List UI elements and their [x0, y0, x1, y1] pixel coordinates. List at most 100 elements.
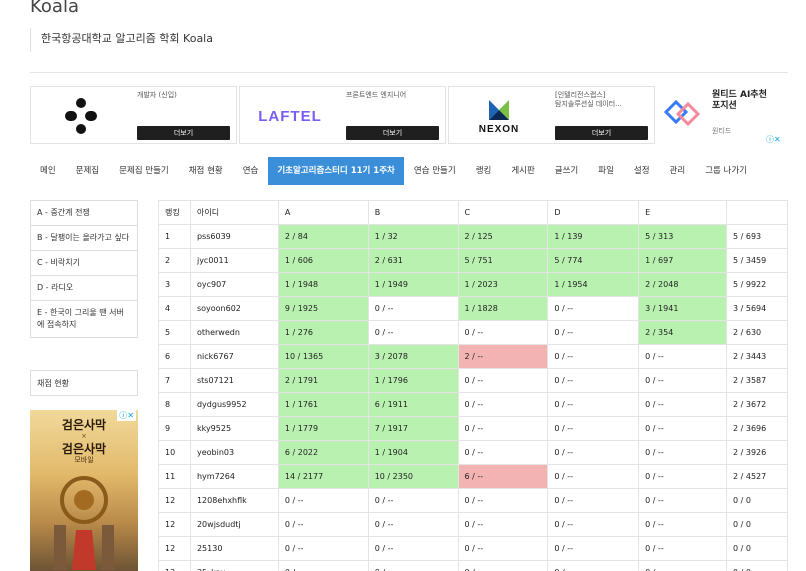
problem-result-cell: 0 / --: [547, 392, 640, 417]
table-row: 8 dydgus9952 1 / 1761 6 / 1911 0 / -- 0 / -- 0…: [158, 392, 788, 417]
problem-result-cell: 2 / 354: [638, 320, 727, 345]
header-a[interactable]: A: [277, 200, 369, 225]
tab-write[interactable]: 글쓰기: [545, 157, 588, 185]
tab-files[interactable]: 파일: [588, 157, 624, 185]
user-id-cell[interactable]: 1208ehxhflk: [189, 488, 279, 513]
rank-cell: 12: [158, 488, 191, 513]
total-cell: 3 / 5694: [726, 296, 788, 321]
game-emblem-icon: [54, 476, 114, 570]
total-cell: 2 / 3443: [726, 344, 788, 369]
problem-result-cell: 2 / --: [457, 344, 549, 369]
header-total: [726, 200, 788, 225]
tab-make-practice[interactable]: 연습 만들기: [404, 157, 466, 185]
problem-link-b[interactable]: B - 달팽이는 올라가고 싶다: [31, 226, 137, 251]
problem-result-cell: 0 / --: [638, 488, 727, 513]
problem-link-a[interactable]: A - 중간계 전쟁: [31, 201, 137, 226]
problem-result-cell: 3 / 1941: [638, 296, 727, 321]
banner-sub: 모바일: [74, 456, 94, 464]
total-cell: 2 / 3587: [726, 368, 788, 393]
problem-result-cell: 1 / 1828: [457, 296, 549, 321]
user-id-cell[interactable]: nick6767: [189, 344, 279, 369]
problem-result-cell: 0 / --: [638, 368, 727, 393]
table-row: 10 yeobin03 6 / 2022 1 / 1904 0 / -- 0 / -- 0 …: [158, 440, 788, 465]
tab-ranking[interactable]: 랭킹: [466, 157, 502, 185]
status-link[interactable]: 채점 현황: [30, 370, 138, 396]
user-id-cell[interactable]: hym7264: [189, 464, 279, 489]
user-id-cell[interactable]: 20wjsdudtj: [189, 512, 279, 537]
problem-result-cell: 0 / --: [547, 368, 640, 393]
tab-admin[interactable]: 관리: [660, 157, 696, 185]
problem-result-cell: 1 / 1949: [367, 272, 459, 297]
problem-result-cell: 0 / --: [638, 416, 727, 441]
tab-main[interactable]: 메인: [30, 157, 66, 185]
user-id-cell[interactable]: sts07121: [189, 368, 279, 393]
problem-result-cell: 1 / 1761: [277, 392, 369, 417]
user-id-cell[interactable]: soyoon602: [189, 296, 279, 321]
problem-result-cell: 0 / --: [638, 560, 727, 571]
ad-card-1[interactable]: 개발자 (신입) 더보기: [30, 86, 237, 144]
table-row: 9 kky9525 1 / 1779 7 / 1917 0 / -- 0 / -- 0 / …: [158, 416, 788, 441]
problem-result-cell: 10 / 1365: [277, 344, 369, 369]
rank-cell: 9: [158, 416, 191, 441]
tab-make-workbook[interactable]: 문제집 만들기: [109, 157, 179, 185]
divider: [30, 72, 788, 73]
user-id-cell[interactable]: oyc907: [189, 272, 279, 297]
user-id-cell[interactable]: otherwedn: [189, 320, 279, 345]
ad-card-2[interactable]: LAFTEL 프론트엔드 엔지니어 더보기: [239, 86, 446, 144]
header-c[interactable]: C: [457, 200, 549, 225]
ad-more-button[interactable]: 더보기: [346, 126, 439, 140]
game-ad-banner[interactable]: 검은사막 × 검은사막 모바일 ⓘ✕: [30, 410, 138, 571]
table-row: 12 25130 0 / -- 0 / -- 0 / -- 0 / -- 0 / -- 0 /…: [158, 536, 788, 561]
rank-cell: 7: [158, 368, 191, 393]
problem-result-cell: 0 / --: [277, 536, 369, 561]
group-nav: 메인 문제집 문제집 만들기 채점 현황 연습 기초알고리즘스터디 11기 1주…: [30, 157, 757, 185]
ad-title: 원티드 AI추천 포지션: [712, 90, 767, 111]
problem-result-cell: 1 / 139: [547, 224, 640, 249]
user-id-cell[interactable]: 25130: [189, 536, 279, 561]
rank-cell: 6: [158, 344, 191, 369]
tab-current-practice[interactable]: 기초알고리즘스터디 11기 1주차: [268, 157, 404, 185]
problem-result-cell: 2 / 84: [277, 224, 369, 249]
tab-practice[interactable]: 연습: [233, 157, 269, 185]
problem-list: A - 중간계 전쟁 B - 달팽이는 올라가고 싶다 C - 비락치기 D -…: [30, 200, 138, 338]
header-b[interactable]: B: [367, 200, 459, 225]
tab-workbook[interactable]: 문제집: [66, 157, 109, 185]
table-row: 2 jyc0011 1 / 606 2 / 631 5 / 751 5 / 774 1 / …: [158, 248, 788, 273]
tab-settings[interactable]: 설정: [624, 157, 660, 185]
problem-link-e[interactable]: E - 한국이 그리울 땐 서버에 접속하지: [31, 301, 137, 337]
wanted-logo-icon: [663, 99, 701, 127]
user-id-cell[interactable]: yeobin03: [189, 440, 279, 465]
problem-link-c[interactable]: C - 비락치기: [31, 251, 137, 276]
ad-more-button[interactable]: 더보기: [555, 126, 648, 140]
total-cell: 0 / 0: [726, 488, 788, 513]
header-d[interactable]: D: [547, 200, 640, 225]
problem-result-cell: 1 / 697: [638, 248, 727, 273]
ad-more-button[interactable]: 더보기: [137, 126, 230, 140]
total-cell: 2 / 3696: [726, 416, 788, 441]
tab-status[interactable]: 채점 현황: [179, 157, 233, 185]
ad-choices-icon[interactable]: ⓘ✕: [766, 134, 781, 145]
problem-link-d[interactable]: D - 라디오: [31, 276, 137, 301]
tab-leave-group[interactable]: 그룹 나가기: [695, 157, 757, 185]
problem-result-cell: 6 / 2022: [277, 440, 369, 465]
problem-result-cell: 6 / 1911: [367, 392, 459, 417]
banner-x: ×: [81, 432, 87, 440]
problem-result-cell: 0 / --: [547, 344, 640, 369]
ad-card-3[interactable]: NEXON [인텔리전스랩스] 탐지솔루션실 데이터... 더보기: [448, 86, 655, 144]
ad-close-icon[interactable]: ⓘ✕: [117, 410, 136, 421]
user-id-cell[interactable]: dydgus9952: [189, 392, 279, 417]
problem-result-cell: 1 / 32: [367, 224, 459, 249]
rank-cell: 8: [158, 392, 191, 417]
header-e[interactable]: E: [638, 200, 727, 225]
site-title[interactable]: Koala: [30, 0, 79, 17]
user-id-cell[interactable]: kky9525: [189, 416, 279, 441]
user-id-cell[interactable]: 25_kau: [189, 560, 279, 571]
problem-result-cell: 2 / 631: [367, 248, 459, 273]
problem-result-cell: 0 / --: [638, 536, 727, 561]
problem-result-cell: 0 / --: [638, 344, 727, 369]
user-id-cell[interactable]: pss6039: [189, 224, 279, 249]
user-id-cell[interactable]: jyc0011: [189, 248, 279, 273]
problem-result-cell: 1 / 1904: [367, 440, 459, 465]
problem-result-cell: 1 / 1954: [547, 272, 640, 297]
tab-board[interactable]: 게시판: [501, 157, 544, 185]
